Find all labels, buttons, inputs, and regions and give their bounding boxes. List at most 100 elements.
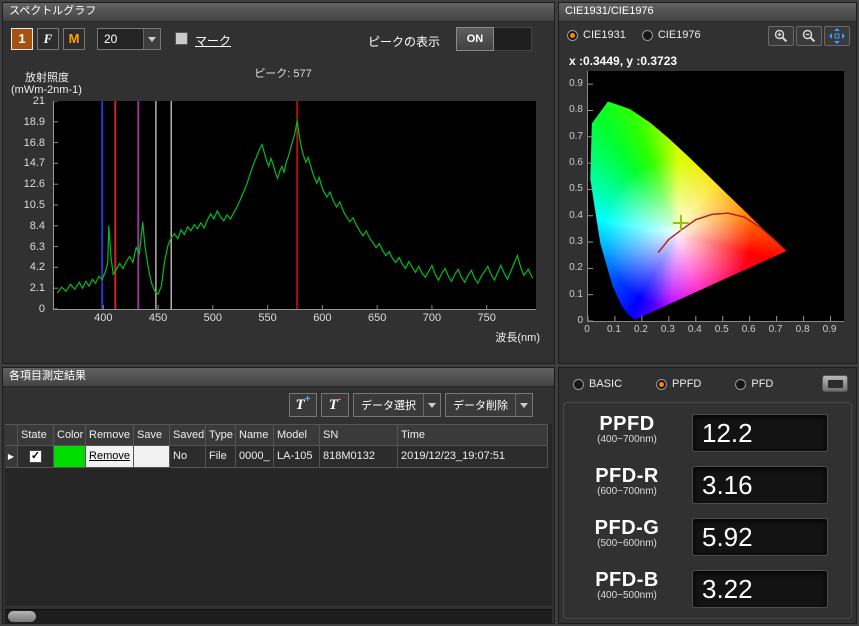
measurement-value-box: 5.92 bbox=[692, 518, 828, 556]
measurement-row: PFD-B(400~500nm)3.22 bbox=[564, 566, 851, 618]
column-header-type[interactable]: Type bbox=[206, 424, 236, 446]
measurement-row: PPFD(400~700nm)12.2 bbox=[564, 410, 851, 462]
zoom-out-icon bbox=[801, 28, 817, 44]
measure-mode-label: PPFD bbox=[672, 378, 701, 390]
column-header-remove[interactable]: Remove bbox=[86, 424, 134, 446]
plus-sign: + bbox=[305, 394, 311, 405]
spectrum-plot-area[interactable] bbox=[53, 101, 536, 310]
column-header-saved[interactable]: Saved bbox=[170, 424, 206, 446]
measurement-value: 3.16 bbox=[693, 467, 827, 503]
view-mode-m-button[interactable]: M bbox=[63, 28, 85, 50]
fit-view-button[interactable] bbox=[824, 26, 850, 46]
spectrum-x-tick-label: 550 bbox=[251, 312, 285, 324]
spectrum-x-tick-label: 450 bbox=[141, 312, 175, 324]
zoom-in-button[interactable] bbox=[768, 26, 794, 46]
cie-y-axis: 00.10.20.30.40.50.60.70.80.9 bbox=[561, 71, 585, 321]
measurement-value-box: 3.22 bbox=[692, 570, 828, 608]
chevron-down-icon bbox=[424, 403, 440, 408]
cell-save[interactable] bbox=[134, 446, 170, 468]
font-decrease-button[interactable]: T- bbox=[321, 393, 349, 417]
x-axis-title: 波長(nm) bbox=[495, 329, 540, 345]
column-header-name[interactable]: Name bbox=[236, 424, 274, 446]
cie-mode-label: CIE1976 bbox=[658, 29, 701, 41]
data-select-button[interactable]: データ選択 bbox=[353, 393, 441, 417]
screen-icon bbox=[828, 380, 843, 388]
chromaticity-coordinates: x :0.3449, y :0.3723 bbox=[569, 54, 677, 68]
font-increase-button[interactable]: T+ bbox=[289, 393, 317, 417]
column-header-sn[interactable]: SN bbox=[320, 424, 398, 446]
measure-mode-basic[interactable]: BASIC bbox=[573, 378, 622, 390]
mark-label[interactable]: マーク bbox=[195, 32, 231, 49]
scrollbar-thumb[interactable] bbox=[8, 611, 36, 622]
zoom-out-button[interactable] bbox=[796, 26, 822, 46]
measurement-range: (400~500nm) bbox=[566, 590, 688, 601]
cie-mode-cie1931[interactable]: CIE1931 bbox=[567, 29, 626, 41]
column-header-color[interactable]: Color bbox=[54, 424, 86, 446]
measurement-row: PFD-R(600~700nm)3.16 bbox=[564, 462, 851, 514]
column-header-state[interactable]: State bbox=[18, 424, 54, 446]
measurement-results-panel: 各項目測定結果 T+ T- データ選択 データ削除 StateColorRemo… bbox=[2, 367, 555, 624]
spectrum-x-tick-label: 650 bbox=[360, 312, 394, 324]
cie-panel-title: CIE1931/CIE1976 bbox=[559, 3, 856, 22]
remove-button[interactable]: Remove bbox=[86, 446, 134, 468]
cie-y-tick-label: 0.4 bbox=[561, 210, 583, 221]
column-header-model[interactable]: Model bbox=[274, 424, 320, 446]
cie-plot-area[interactable] bbox=[587, 71, 844, 322]
cell-color[interactable] bbox=[54, 446, 86, 468]
cie-y-tick-label: 0.9 bbox=[561, 78, 583, 89]
cie-x-tick-label: 0.7 bbox=[766, 324, 786, 335]
measure-mode-pfd[interactable]: PFD bbox=[735, 378, 773, 390]
spectrum-x-tick-label: 500 bbox=[196, 312, 230, 324]
cie-y-tick-label: 0.1 bbox=[561, 289, 583, 300]
data-delete-button[interactable]: データ削除 bbox=[445, 393, 533, 417]
measure-mode-ppfd[interactable]: PPFD bbox=[656, 378, 701, 390]
measure-mode-label: PFD bbox=[751, 378, 773, 390]
cie-y-tick-label: 0.5 bbox=[561, 183, 583, 194]
spectrum-y-tick-label: 2.1 bbox=[3, 282, 45, 294]
average-count-dropdown[interactable]: 20 bbox=[97, 28, 161, 50]
peak-display-label: ピークの表示 bbox=[368, 33, 440, 50]
measurement-label: PFD-G bbox=[566, 517, 688, 539]
t-glyph: T bbox=[329, 397, 338, 413]
table-row[interactable]: ▶✓RemoveNoFile0000_LA-105818M01322019/12… bbox=[5, 446, 552, 468]
cie-x-axis: 00.10.20.30.40.50.60.70.80.9 bbox=[587, 324, 843, 336]
cie-mode-radios: CIE1931 CIE1976 bbox=[567, 29, 701, 41]
radio-icon bbox=[567, 30, 578, 41]
cie-mode-cie1976[interactable]: CIE1976 bbox=[642, 29, 701, 41]
measurement-value: 5.92 bbox=[693, 519, 827, 555]
measurement-label-block: PFD-R(600~700nm) bbox=[566, 465, 688, 497]
radio-icon bbox=[735, 379, 746, 390]
peak-toggle-off[interactable] bbox=[494, 27, 532, 51]
spectrum-y-tick-label: 16.8 bbox=[3, 137, 45, 149]
row-selector[interactable]: ▶ bbox=[5, 446, 18, 468]
results-panel-title: 各項目測定結果 bbox=[3, 368, 554, 387]
column-header-save[interactable]: Save bbox=[134, 424, 170, 446]
spectrum-y-tick-label: 6.3 bbox=[3, 241, 45, 253]
spectrum-y-tick-label: 4.2 bbox=[3, 261, 45, 273]
measurement-label-block: PFD-G(500~600nm) bbox=[566, 517, 688, 549]
column-header-time[interactable]: Time bbox=[398, 424, 548, 446]
cie-mode-label: CIE1931 bbox=[583, 29, 626, 41]
dropdown-arrow-box[interactable] bbox=[143, 29, 160, 49]
cie-x-tick-label: 0.4 bbox=[685, 324, 705, 335]
cell-name: 0000_ bbox=[236, 446, 274, 468]
radio-icon bbox=[642, 30, 653, 41]
peak-display-toggle[interactable]: ON bbox=[456, 27, 532, 51]
horizontal-scrollbar[interactable] bbox=[5, 609, 552, 623]
spectrum-y-axis: 02.14.26.38.410.512.614.716.818.921 bbox=[3, 101, 48, 309]
peak-toggle-on[interactable]: ON bbox=[456, 27, 494, 51]
mark-checkbox[interactable] bbox=[175, 32, 188, 45]
spectrum-x-tick-label: 400 bbox=[86, 312, 120, 324]
data-delete-label: データ削除 bbox=[446, 397, 515, 413]
spectrum-chart bbox=[54, 101, 536, 309]
cell-model: LA-105 bbox=[274, 446, 320, 468]
view-mode-1-button[interactable]: 1 bbox=[11, 28, 33, 50]
measurement-value: 3.22 bbox=[693, 571, 827, 607]
view-mode-f-button[interactable]: F bbox=[37, 28, 59, 50]
spectrum-y-tick-label: 14.7 bbox=[3, 157, 45, 169]
spectrum-y-tick-label: 12.6 bbox=[3, 178, 45, 190]
measurement-label-block: PFD-B(400~500nm) bbox=[566, 569, 688, 601]
state-checkbox[interactable]: ✓ bbox=[29, 450, 42, 463]
cie-y-tick-label: 0.8 bbox=[561, 104, 583, 115]
display-capture-button[interactable] bbox=[822, 375, 848, 392]
